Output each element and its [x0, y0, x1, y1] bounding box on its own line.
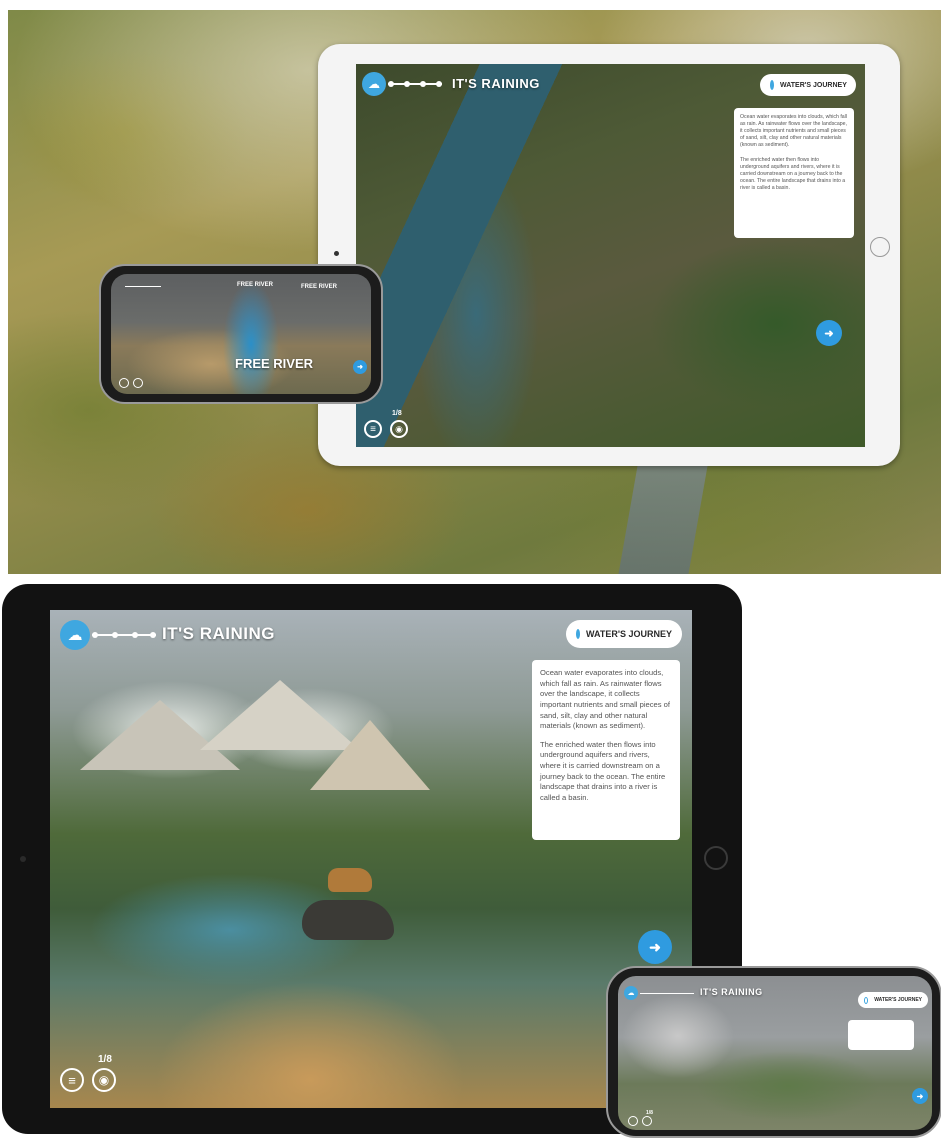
- waters-journey-button[interactable]: WATER'S JOURNEY: [858, 992, 928, 1008]
- rock-ledge: [302, 900, 394, 940]
- info-card: [848, 1020, 914, 1050]
- menu-icon: ≡: [68, 1072, 76, 1088]
- scene-title: IT'S RAINING: [452, 76, 540, 91]
- progress-track: [388, 81, 442, 87]
- menu-button[interactable]: ≡: [60, 1068, 84, 1092]
- info-paragraph: Ocean water evaporates into clouds, whic…: [540, 668, 671, 731]
- iphone-screen-free-river: FREE RIVER FREE RIVER FREE RIVER ➜: [111, 274, 371, 394]
- page-counter: 1/8: [392, 410, 402, 417]
- scene-title: IT'S RAINING: [700, 987, 763, 997]
- rain-cloud-icon[interactable]: ☁: [60, 620, 90, 650]
- info-card: Ocean water evaporates into clouds, whic…: [734, 108, 854, 238]
- menu-button[interactable]: ≡: [364, 420, 382, 438]
- rain-cloud-icon[interactable]: ☁: [624, 986, 638, 1000]
- progress-track: [92, 632, 156, 638]
- waters-journey-label: WATER'S JOURNEY: [780, 81, 847, 89]
- ipad-home-button: [704, 846, 728, 870]
- progress-track: [125, 286, 161, 287]
- next-arrow-button[interactable]: ➜: [353, 360, 367, 374]
- ipad-screen-aerial-map: ☁ IT'S RAINING WATER'S JOURNEY Ocean wat…: [356, 64, 865, 447]
- scene-title: IT'S RAINING: [162, 624, 275, 643]
- eye-icon: ◉: [395, 423, 403, 434]
- menu-button[interactable]: [119, 378, 129, 388]
- next-arrow-button[interactable]: ➜: [638, 930, 672, 964]
- info-paragraph: Ocean water evaporates into clouds, whic…: [740, 114, 847, 149]
- progress-dot[interactable]: [420, 81, 426, 87]
- menu-icon: ≡: [370, 423, 376, 435]
- snowy-mountain: [310, 720, 430, 790]
- progress-dot[interactable]: [150, 632, 156, 638]
- iphone-screen-its-raining: ☁ IT'S RAINING WATER'S JOURNEY ➜ 1/8: [618, 976, 932, 1130]
- info-circle-icon: [770, 80, 774, 90]
- rain-cloud-icon[interactable]: ☁: [362, 72, 386, 96]
- page-counter: 1/8: [98, 1054, 112, 1065]
- eye-icon: ◉: [98, 1073, 110, 1087]
- view-toggle-button[interactable]: ◉: [92, 1068, 116, 1092]
- free-river-banner: FREE RIVER: [235, 356, 314, 371]
- iphone-small-device: FREE RIVER FREE RIVER FREE RIVER ➜: [99, 264, 383, 404]
- next-arrow-button[interactable]: ➜: [912, 1088, 928, 1104]
- view-toggle-button[interactable]: [133, 378, 143, 388]
- progress-dot[interactable]: [404, 81, 410, 87]
- ipad-white-device: ☁ IT'S RAINING WATER'S JOURNEY Ocean wat…: [318, 44, 900, 466]
- info-paragraph: The enriched water then flows into under…: [740, 157, 846, 192]
- progress-dot[interactable]: [112, 632, 118, 638]
- progress-dot[interactable]: [388, 81, 394, 87]
- ipad-camera: [334, 251, 339, 256]
- waters-journey-button[interactable]: WATER'S JOURNEY: [760, 74, 856, 96]
- progress-track: [640, 993, 694, 994]
- info-paragraph: The enriched water then flows into under…: [540, 739, 666, 802]
- view-toggle-button[interactable]: ◉: [390, 420, 408, 438]
- info-circle-icon: [576, 629, 581, 639]
- lion-model: [328, 868, 372, 892]
- waters-journey-label: WATER'S JOURNEY: [586, 629, 672, 639]
- info-circle-icon: [864, 996, 869, 1004]
- menu-button[interactable]: [628, 1116, 638, 1126]
- scene-label: FREE RIVER: [301, 284, 338, 290]
- progress-dot[interactable]: [92, 632, 98, 638]
- ipad-screen-ar-landscape: ☁ IT'S RAINING WATER'S JOURNEY Ocean wat…: [50, 610, 692, 1108]
- progress-dot[interactable]: [132, 632, 138, 638]
- scene-label: FREE RIVER: [237, 282, 274, 288]
- iphone-large-device: ☁ IT'S RAINING WATER'S JOURNEY ➜ 1/8: [606, 966, 941, 1138]
- waters-journey-label: WATER'S JOURNEY: [874, 997, 922, 1003]
- waters-journey-button[interactable]: WATER'S JOURNEY: [566, 620, 682, 648]
- next-arrow-button[interactable]: ➜: [816, 320, 842, 346]
- ipad-home-button: [870, 237, 890, 257]
- progress-dot[interactable]: [436, 81, 442, 87]
- view-toggle-button[interactable]: [642, 1116, 652, 1126]
- info-card: Ocean water evaporates into clouds, whic…: [532, 660, 680, 840]
- ipad-camera: [20, 856, 26, 862]
